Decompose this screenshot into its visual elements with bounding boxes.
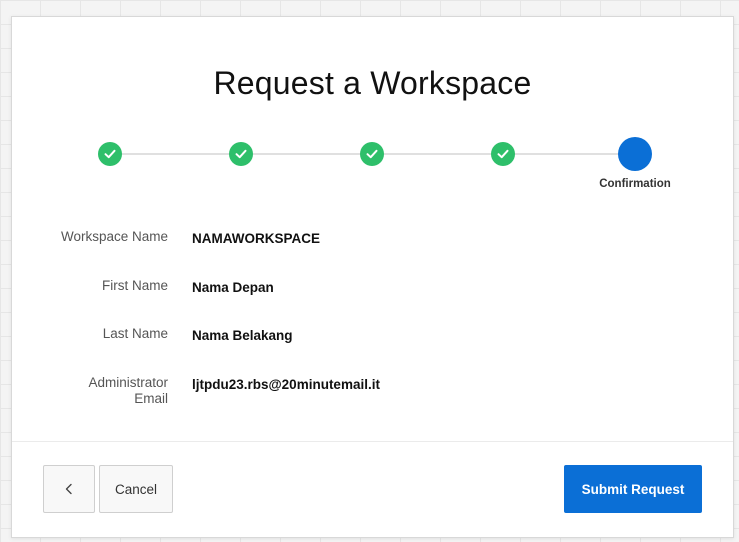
wizard-step-label-confirmation: Confirmation: [599, 178, 671, 190]
submit-request-button[interactable]: Submit Request: [564, 465, 702, 513]
wizard-step-3-complete: [360, 142, 384, 166]
field-value: NAMAWORKSPACE: [192, 231, 320, 246]
field-label: Administrator Email: [42, 375, 168, 407]
field-value: Nama Belakang: [192, 328, 293, 343]
wizard-step-2-complete: [229, 142, 253, 166]
check-icon: [235, 149, 247, 159]
wizard-step-1-complete: [98, 142, 122, 166]
check-icon: [104, 149, 116, 159]
field-label-line: Email: [134, 391, 168, 406]
check-icon: [366, 149, 378, 159]
field-label-line: Administrator: [88, 375, 168, 390]
back-button[interactable]: [43, 465, 95, 513]
wizard-step-5-current: [618, 137, 652, 171]
check-icon: [497, 149, 509, 159]
page-title: Request a Workspace: [213, 65, 532, 101]
cancel-button[interactable]: Cancel: [99, 465, 173, 513]
wizard-progress: Confirmation: [12, 137, 733, 209]
field-value: Nama Depan: [192, 280, 274, 295]
request-workspace-dialog: Request a Workspace Confirmation Workspa…: [11, 16, 734, 538]
chevron-left-icon: [65, 483, 72, 495]
footer-divider: [12, 441, 733, 442]
field-label: Last Name: [102, 326, 168, 341]
field-value: ljtpdu23.rbs@20minutemail.it: [192, 377, 380, 392]
field-label: First Name: [101, 278, 168, 293]
wizard-step-4-complete: [491, 142, 515, 166]
field-label: Workspace Name: [60, 229, 168, 244]
